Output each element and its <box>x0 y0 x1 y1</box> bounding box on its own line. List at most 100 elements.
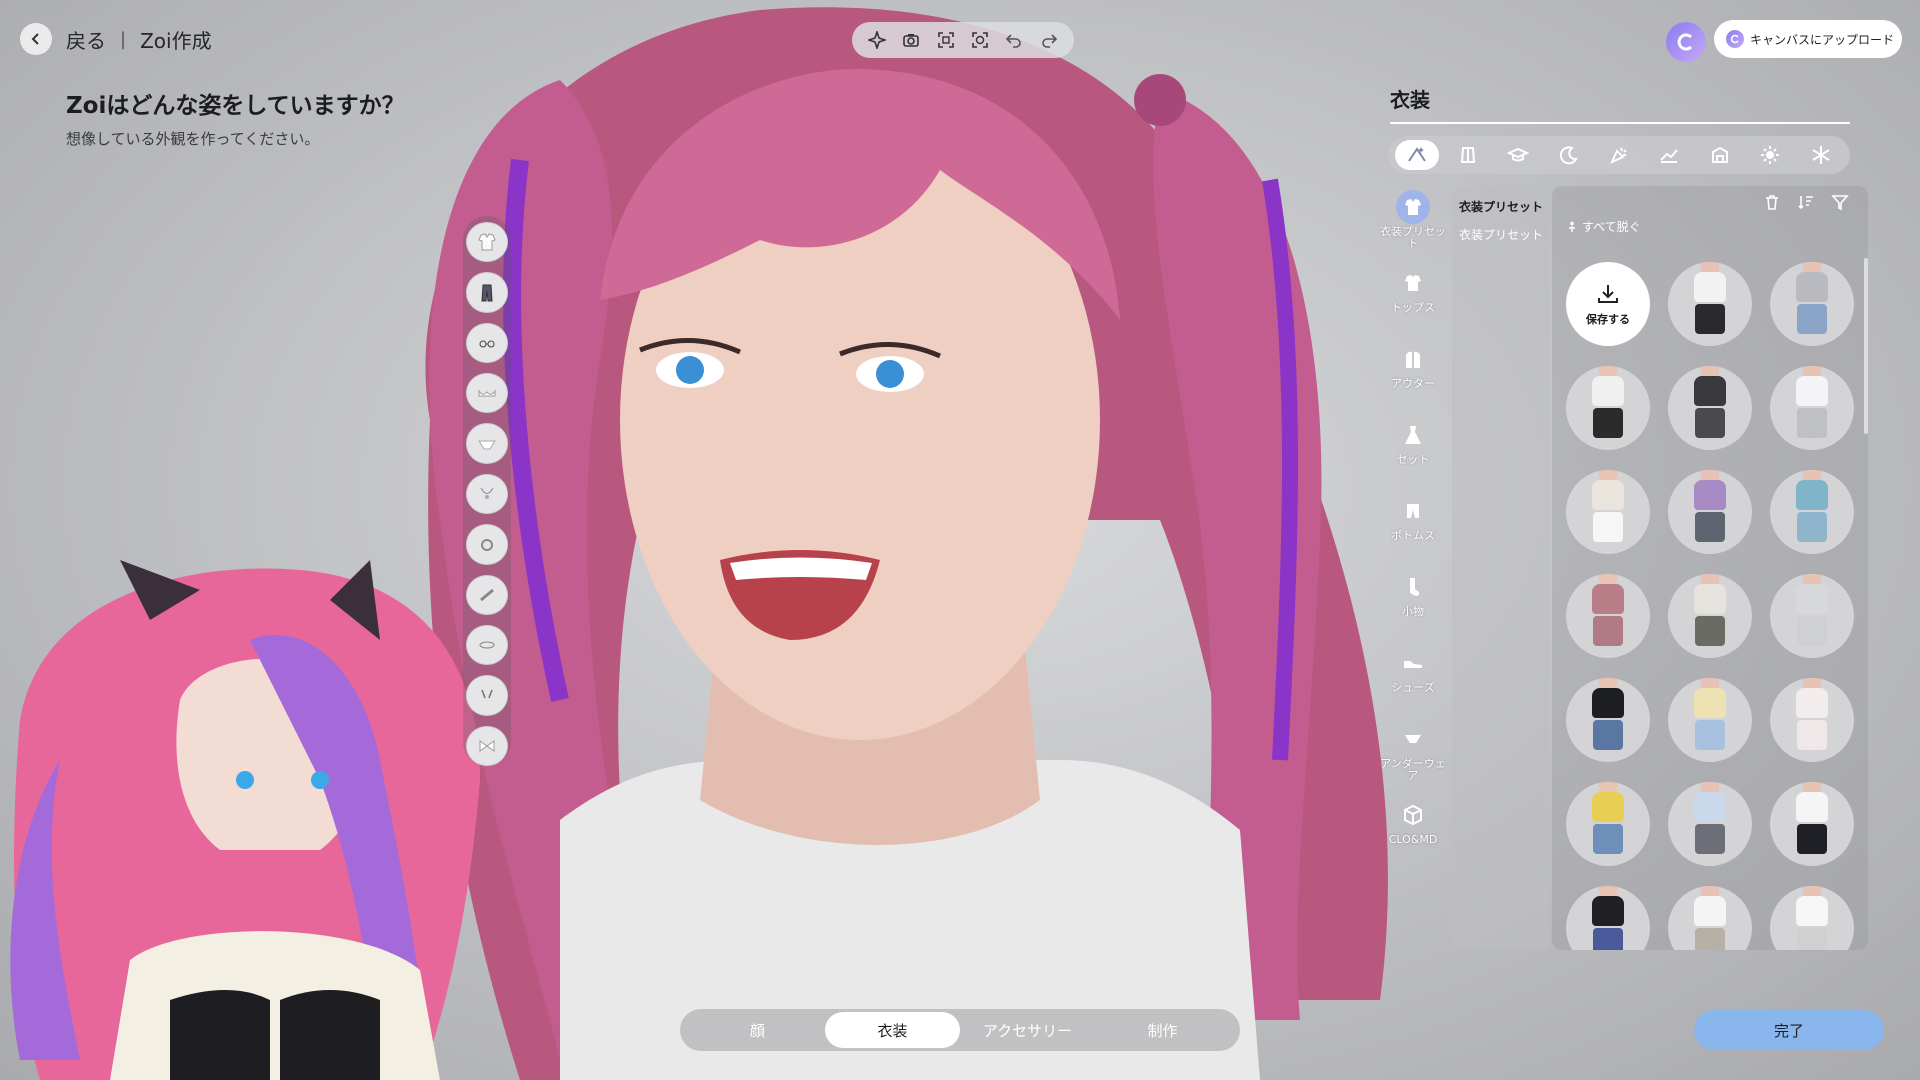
upload-label: キャンバスにアップロード <box>1750 32 1895 47</box>
question-title: Zoiはどんな姿をしていますか？ <box>66 93 405 119</box>
sparkle-icon[interactable] <box>864 27 890 53</box>
filter-icon[interactable] <box>1828 190 1852 214</box>
category-all-icon[interactable] <box>1395 140 1440 170</box>
outfit-preset-item[interactable] <box>1770 886 1854 950</box>
outfit-preset-item[interactable] <box>1566 574 1650 658</box>
outfit-bottom-swatch <box>1797 824 1827 854</box>
part-glasses-icon[interactable] <box>466 322 508 364</box>
outfit-bottom-swatch <box>1797 928 1827 950</box>
tab-face[interactable]: 顔 <box>690 1012 825 1048</box>
preset-icon <box>1396 190 1430 224</box>
part-ring-icon[interactable] <box>466 524 508 565</box>
part-bow-icon[interactable] <box>466 725 508 766</box>
face-capture-icon[interactable] <box>967 27 993 53</box>
sidebar-item-accessories[interactable]: 小物 <box>1378 570 1448 636</box>
box-icon <box>1396 798 1430 832</box>
outfit-top-swatch <box>1592 688 1624 718</box>
question-subtitle: 想像している外観を作ってください。 <box>66 130 320 148</box>
main-tabs: 顔 衣装 アクセサリー 制作 <box>680 1009 1240 1051</box>
outfit-preset-item[interactable] <box>1668 366 1752 450</box>
jacket-icon <box>1396 342 1430 376</box>
outfit-top-swatch <box>1694 896 1726 926</box>
outfit-preset-item[interactable] <box>1770 366 1854 450</box>
outfit-preset-item[interactable] <box>1668 262 1752 346</box>
upload-to-canvas-button[interactable]: キャンバスにアップロード <box>1714 20 1902 58</box>
outfit-preset-item[interactable] <box>1770 782 1854 866</box>
category-school-icon[interactable] <box>1496 140 1540 170</box>
tab-accessory[interactable]: アクセサリー <box>960 1012 1095 1048</box>
outfit-preset-item[interactable] <box>1668 886 1752 950</box>
sidebar-item-label: 小物 <box>1402 605 1424 618</box>
tab-create[interactable]: 制作 <box>1095 1012 1230 1048</box>
sidebar-item-underwear[interactable]: アンダーウェア <box>1378 722 1448 788</box>
screen-capture-icon[interactable] <box>933 27 959 53</box>
save-outfit-button[interactable]: 保存する <box>1566 262 1650 346</box>
page-title: Zoi作成 <box>140 28 212 53</box>
outfit-bottom-swatch <box>1695 720 1725 750</box>
outfit-preset-item[interactable] <box>1770 678 1854 762</box>
outfit-preset-item[interactable] <box>1566 366 1650 450</box>
undo-icon[interactable] <box>1001 27 1027 53</box>
back-button[interactable] <box>20 23 52 55</box>
download-icon <box>1595 281 1621 307</box>
outfit-preset-item[interactable] <box>1566 678 1650 762</box>
sidebar-item-set[interactable]: セット <box>1378 418 1448 484</box>
outfit-preset-item[interactable] <box>1668 574 1752 658</box>
tshirt-icon <box>1396 266 1430 300</box>
undress-all-button[interactable]: すべて脱ぐ <box>1566 218 1641 235</box>
category-athletic-icon[interactable] <box>1647 140 1691 170</box>
top-navigation: 戻る | Zoi作成 <box>20 22 212 56</box>
part-top-icon[interactable] <box>466 222 508 263</box>
preset-tab-active[interactable]: 衣装プリセット <box>1452 186 1550 214</box>
outfit-preset-item[interactable] <box>1566 470 1650 554</box>
outfit-grid-scrollbar[interactable] <box>1864 258 1868 434</box>
outfit-preset-item[interactable] <box>1566 782 1650 866</box>
outfit-bottom-swatch <box>1695 408 1725 438</box>
outfit-category-tabs <box>1388 136 1850 174</box>
category-sleep-icon[interactable] <box>1547 140 1591 170</box>
sidebar-item-bottoms[interactable]: ボトムス <box>1378 494 1448 560</box>
outfit-bottom-swatch <box>1593 512 1623 542</box>
category-formal-icon[interactable] <box>1446 140 1490 170</box>
part-underwear-icon[interactable] <box>466 423 508 464</box>
category-hot-weather-icon[interactable] <box>1748 140 1792 170</box>
trash-icon[interactable] <box>1760 190 1784 214</box>
part-bottom-icon[interactable] <box>466 272 508 313</box>
category-party-icon[interactable] <box>1597 140 1641 170</box>
preset-tab-secondary[interactable]: 衣装プリセット <box>1452 214 1550 242</box>
outfit-preset-item[interactable] <box>1668 678 1752 762</box>
outfit-top-swatch <box>1694 272 1726 302</box>
outfit-preset-item[interactable] <box>1566 886 1650 950</box>
part-bracelet-icon[interactable] <box>466 574 508 615</box>
outfit-top-swatch <box>1796 688 1828 718</box>
part-anklet-icon[interactable] <box>466 624 508 666</box>
category-outdoor-icon[interactable] <box>1698 140 1742 170</box>
outfit-preset-item[interactable] <box>1770 574 1854 658</box>
part-bra-icon[interactable] <box>466 373 508 414</box>
pants-icon <box>1396 494 1430 528</box>
credit-badge[interactable] <box>1666 22 1706 62</box>
sidebar-item-shoes[interactable]: シューズ <box>1378 646 1448 712</box>
outfit-preset-item[interactable] <box>1668 782 1752 866</box>
part-necklace-icon[interactable] <box>466 473 508 515</box>
part-earring-icon[interactable] <box>466 675 508 716</box>
outfit-preset-item[interactable] <box>1770 470 1854 554</box>
outfit-preset-item[interactable] <box>1770 262 1854 346</box>
outfit-bottom-swatch <box>1797 304 1827 334</box>
tab-outfit[interactable]: 衣装 <box>825 1012 960 1048</box>
category-cold-weather-icon[interactable] <box>1799 140 1843 170</box>
sidebar-item-outer[interactable]: アウター <box>1378 342 1448 408</box>
redo-icon[interactable] <box>1036 27 1062 53</box>
panel-divider <box>1390 122 1850 124</box>
dress-icon <box>1396 418 1430 452</box>
sidebar-item-preset[interactable]: 衣装プリセット <box>1378 190 1448 256</box>
outfit-preset-item[interactable] <box>1668 470 1752 554</box>
back-label[interactable]: 戻る <box>66 25 106 54</box>
outfit-top-swatch <box>1592 792 1624 822</box>
sort-icon[interactable] <box>1794 190 1818 214</box>
outfit-bottom-swatch <box>1797 616 1827 646</box>
done-button[interactable]: 完了 <box>1694 1010 1884 1050</box>
sidebar-item-tops[interactable]: トップス <box>1378 266 1448 332</box>
camera-icon[interactable] <box>898 27 924 53</box>
sidebar-item-clomd[interactable]: CLO&MD <box>1378 798 1448 864</box>
